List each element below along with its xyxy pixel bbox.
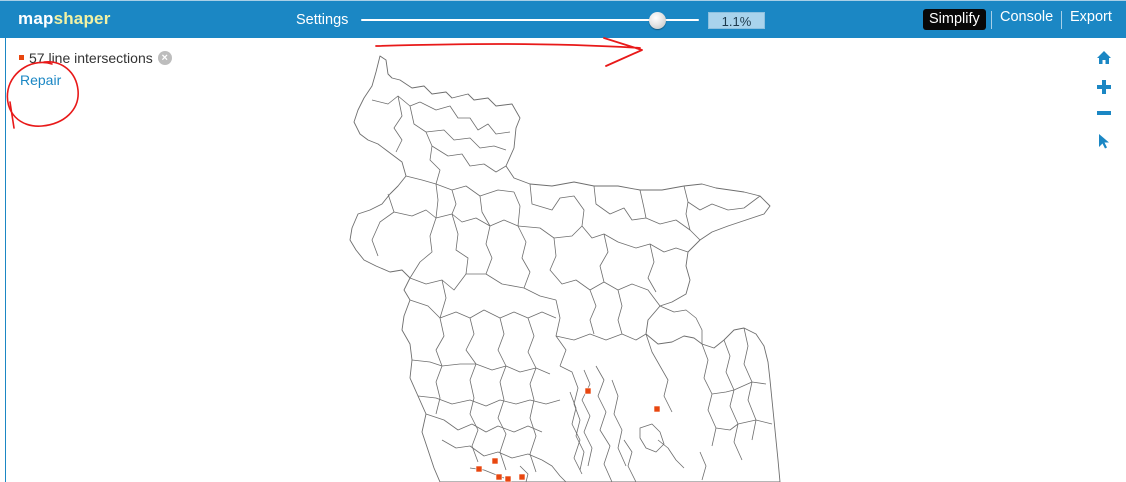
simplify-button[interactable]: Simplify [923,9,986,30]
settings-button[interactable]: Settings [296,12,348,28]
simplify-slider-handle[interactable] [649,12,666,29]
menu-separator [991,11,992,29]
export-button[interactable]: Export [1070,9,1112,25]
intersection-marker [475,465,483,473]
intersection-marker [495,473,503,481]
top-toolbar: mapshaper Settings 1.1% Simplify Console… [0,0,1126,38]
simplify-percent-field[interactable]: 1.1% [708,12,765,29]
map-canvas[interactable] [0,38,1126,482]
intersection-marker [653,405,661,413]
intersection-marker [584,387,592,395]
map-country-outline [349,55,781,482]
logo-part-shaper: shaper [53,9,111,28]
menu-separator [1061,11,1062,29]
logo-part-map: map [18,9,54,28]
console-button[interactable]: Console [1000,9,1053,25]
app-logo: mapshaper [18,9,111,29]
intersection-marker [491,457,499,465]
intersection-marker [518,473,526,481]
intersection-marker [504,475,512,482]
